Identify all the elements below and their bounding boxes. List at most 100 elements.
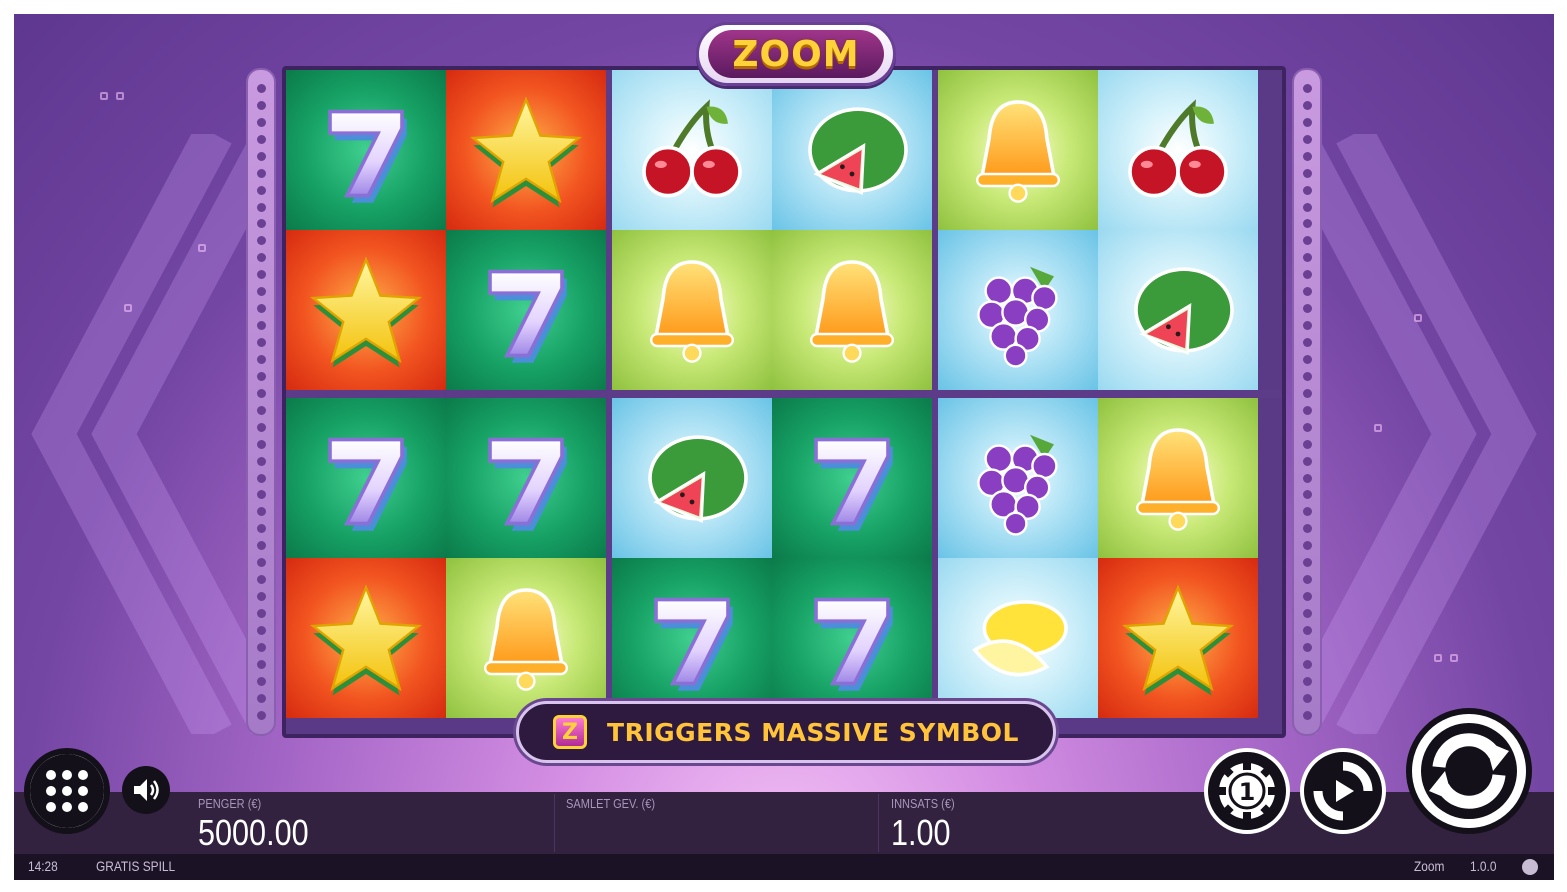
- rail-dot: [256, 456, 266, 466]
- grapes-icon: [958, 418, 1078, 538]
- sparkle: [1414, 314, 1422, 322]
- grid-cell: [1098, 398, 1258, 558]
- spin-button[interactable]: [1406, 708, 1532, 834]
- rail-dot: [256, 575, 266, 585]
- rail-dot: [256, 83, 266, 93]
- reel-rail-left: [246, 68, 276, 736]
- seven-icon: [306, 418, 426, 538]
- reel-separator: [932, 70, 938, 734]
- rail-dot: [256, 676, 266, 686]
- rail-dot: [1302, 456, 1312, 466]
- bet-value: 1.00: [891, 812, 951, 853]
- rail-dot: [1302, 134, 1312, 144]
- rail-dot: [256, 439, 266, 449]
- rail-dot: [256, 625, 266, 635]
- rail-dot: [1302, 168, 1312, 178]
- rail-dot: [256, 134, 266, 144]
- rail-dot: [256, 592, 266, 602]
- seven-icon: [792, 578, 912, 698]
- seven-icon: [792, 418, 912, 538]
- rail-dot: [1302, 524, 1312, 534]
- bell-icon: [632, 250, 752, 370]
- sound-button[interactable]: [122, 766, 170, 814]
- rail-dot: [256, 168, 266, 178]
- rail-dot: [1302, 439, 1312, 449]
- background-chevron-left: [31, 134, 254, 734]
- rail-dot: [256, 422, 266, 432]
- grid-cell: [938, 70, 1098, 230]
- rail-dot: [1302, 270, 1312, 280]
- play-mode: GRATIS SPILL: [96, 858, 176, 874]
- rail-dot: [256, 236, 266, 246]
- seven-icon: [466, 418, 586, 538]
- rail-dot: [256, 710, 266, 720]
- rail-dot: [256, 659, 266, 669]
- grid-cell: [446, 230, 606, 390]
- sparkle: [1450, 654, 1458, 662]
- rail-dot: [256, 524, 266, 534]
- grid-cell: [446, 398, 606, 558]
- feature-banner: Z TRIGGERS MASSIVE SYMBOL: [516, 701, 1056, 763]
- grid-cell: [938, 558, 1098, 718]
- sparkle: [1434, 654, 1442, 662]
- grid-cell: [446, 558, 606, 718]
- rail-dot: [1302, 625, 1312, 635]
- speaker-icon: [134, 779, 159, 801]
- clock: 14:28: [28, 858, 58, 874]
- grid-cell: [286, 558, 446, 718]
- game-logo-plate: ZOOM: [708, 30, 884, 78]
- star-icon: [306, 250, 426, 370]
- game-version: 1.0.0: [1470, 858, 1497, 874]
- reel-separator: [606, 70, 612, 734]
- grapes-icon: [958, 250, 1078, 370]
- rail-dot: [256, 507, 266, 517]
- rail-dot: [1302, 253, 1312, 263]
- cherry-icon: [632, 90, 752, 210]
- rail-dot: [256, 270, 266, 280]
- grid-cell: [938, 398, 1098, 558]
- poker-chip-icon: 1: [1217, 761, 1277, 821]
- reel-board: [246, 64, 1322, 740]
- rail-dot: [1302, 609, 1312, 619]
- rail-dot: [1302, 490, 1312, 500]
- bet-button[interactable]: 1: [1204, 748, 1290, 834]
- info-icon[interactable]: [1522, 859, 1538, 875]
- grid-menu-icon: [30, 754, 104, 828]
- sparkle: [116, 92, 124, 100]
- reel-rail-right: [1292, 68, 1322, 736]
- rail-dot: [1302, 473, 1312, 483]
- rail-dot: [1302, 710, 1312, 720]
- autoplay-button[interactable]: [1300, 748, 1386, 834]
- rail-dot: [1302, 117, 1312, 127]
- rail-dot: [1302, 642, 1312, 652]
- rail-dot: [1302, 83, 1312, 93]
- grid-cell: [1098, 230, 1258, 390]
- rail-dot: [1302, 575, 1312, 585]
- rail-dot: [1302, 405, 1312, 415]
- rail-dot: [1302, 371, 1312, 381]
- rail-dot: [256, 287, 266, 297]
- grid-cell: [1098, 70, 1258, 230]
- seven-icon: [466, 250, 586, 370]
- rail-dot: [1302, 100, 1312, 110]
- grid-cell: [1098, 558, 1258, 718]
- rail-dot: [1302, 659, 1312, 669]
- seven-icon: [306, 90, 426, 210]
- star-icon: [306, 578, 426, 698]
- sparkle: [1374, 424, 1382, 432]
- sparkle: [198, 244, 206, 252]
- lemon-icon: [958, 578, 1078, 698]
- rail-dot: [1302, 236, 1312, 246]
- autoplay-icon: [1313, 761, 1373, 821]
- rail-dot: [1302, 151, 1312, 161]
- symbol-grid: [282, 66, 1286, 738]
- rail-dot: [256, 321, 266, 331]
- rail-dot: [1302, 185, 1312, 195]
- bet-label: INNSATS (€): [891, 796, 955, 811]
- rail-dot: [1302, 592, 1312, 602]
- grid-cell: [286, 230, 446, 390]
- balance-value: 5000.00: [198, 812, 309, 853]
- menu-button[interactable]: [24, 748, 110, 834]
- grid-cell: [772, 230, 932, 390]
- rail-dot: [256, 151, 266, 161]
